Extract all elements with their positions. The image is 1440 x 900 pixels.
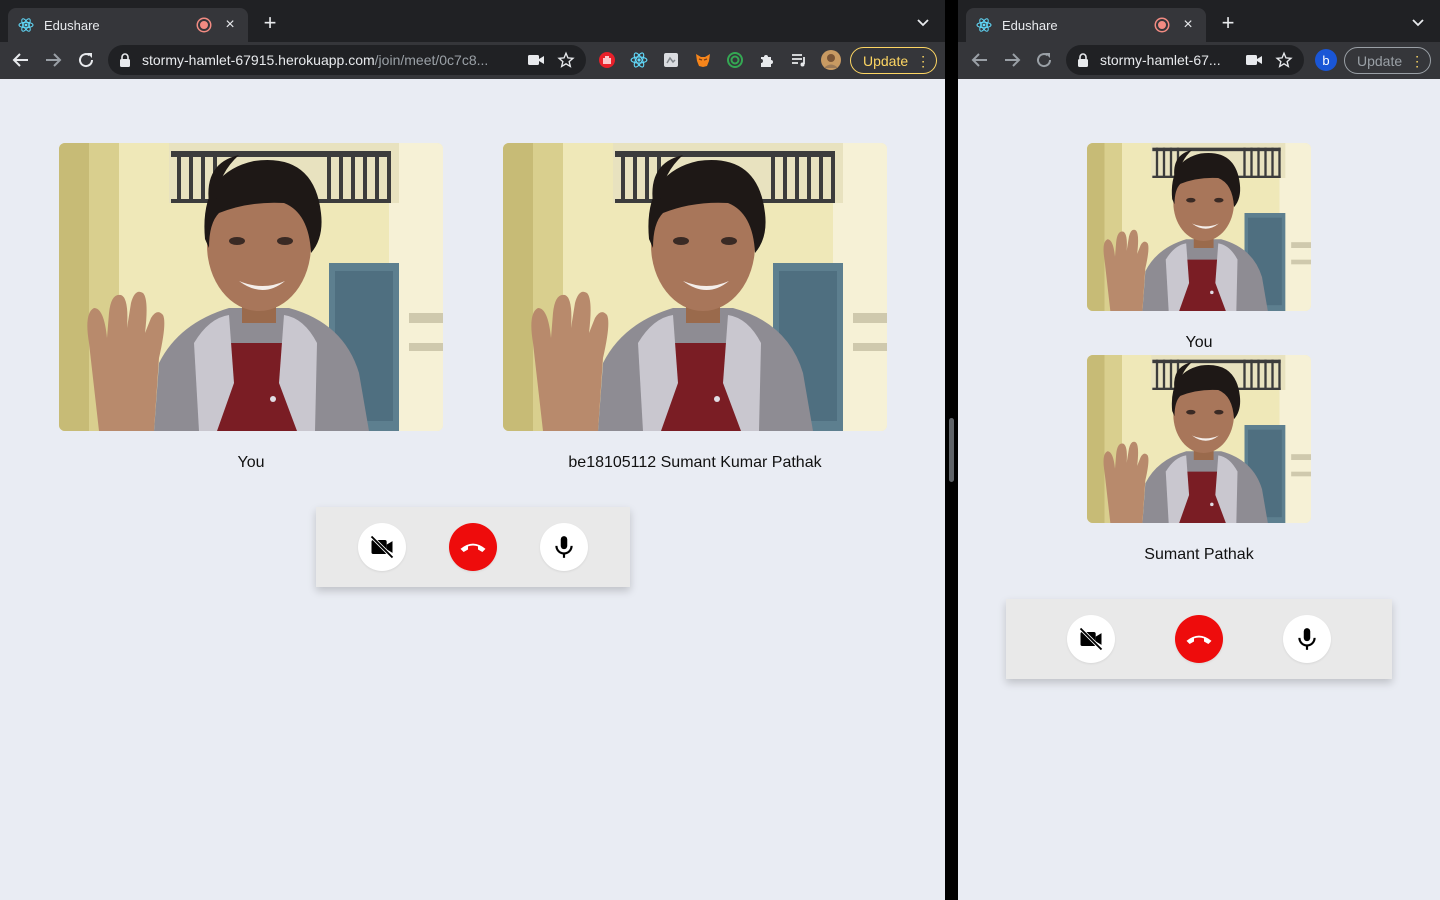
react-devtools-icon[interactable] xyxy=(629,50,649,70)
bookmark-star-icon[interactable] xyxy=(1274,50,1294,70)
profile-avatar[interactable] xyxy=(821,50,841,70)
camera-in-use-icon[interactable] xyxy=(1244,50,1264,70)
url-text: stormy-hamlet-67915.herokuapp.com/join/m… xyxy=(142,52,489,68)
hang-up-icon xyxy=(1186,635,1212,644)
update-label: Update xyxy=(863,52,909,69)
participant-label: You xyxy=(237,454,265,471)
left-browser-window: Edushare × + stormy-hamlet-67915.herokua… xyxy=(0,0,945,900)
chevron-down-icon[interactable] xyxy=(1410,14,1426,30)
hang-up-button[interactable] xyxy=(1175,615,1223,663)
close-icon[interactable]: × xyxy=(1180,17,1196,33)
local-video xyxy=(59,143,443,431)
hang-up-icon xyxy=(460,543,486,552)
tab-title: Edushare xyxy=(1002,17,1058,33)
update-label: Update xyxy=(1357,52,1403,69)
chevron-down-icon[interactable] xyxy=(915,14,931,30)
media-queue-icon[interactable] xyxy=(789,50,809,70)
local-video xyxy=(1087,143,1311,311)
close-icon[interactable]: × xyxy=(222,17,238,33)
lock-icon xyxy=(118,53,132,67)
toggle-camera-button[interactable] xyxy=(1067,615,1115,663)
url-text: stormy-hamlet-67... xyxy=(1100,52,1221,68)
camera-off-icon xyxy=(1079,627,1103,651)
reload-icon[interactable] xyxy=(1032,48,1056,72)
browser-toolbar: stormy-hamlet-67915.herokuapp.com/join/m… xyxy=(0,42,945,79)
participant-label: You xyxy=(1185,334,1213,351)
address-bar[interactable]: stormy-hamlet-67... xyxy=(1066,45,1304,75)
toggle-mic-button[interactable] xyxy=(540,523,588,571)
participant-label: be18105112 Sumant Kumar Pathak xyxy=(568,454,822,471)
tab-edushare[interactable]: Edushare × xyxy=(8,8,248,42)
toggle-mic-button[interactable] xyxy=(1283,615,1331,663)
tab-strip: Edushare × + xyxy=(958,0,1440,42)
right-browser-window: Edushare × + stormy-hamlet-67... b Updat… xyxy=(958,0,1440,900)
tab-strip: Edushare × + xyxy=(0,0,945,42)
browser-toolbar: stormy-hamlet-67... b Update ⋮ xyxy=(958,42,1440,79)
kebab-menu-icon: ⋮ xyxy=(916,52,931,69)
toggle-camera-button[interactable] xyxy=(358,523,406,571)
hang-up-button[interactable] xyxy=(449,523,497,571)
green-ring-extension-icon[interactable] xyxy=(725,50,745,70)
forward-arrow-icon[interactable] xyxy=(41,48,65,72)
red-hand-extension-icon[interactable] xyxy=(597,50,617,70)
kebab-menu-icon: ⋮ xyxy=(1410,52,1425,69)
record-icon xyxy=(1156,19,1168,31)
new-tab-button[interactable]: + xyxy=(258,12,282,36)
camera-in-use-icon[interactable] xyxy=(526,50,546,70)
remote-video xyxy=(503,143,887,431)
tab-edushare[interactable]: Edushare × xyxy=(966,8,1206,42)
metamask-fox-icon[interactable] xyxy=(693,50,713,70)
new-tab-button[interactable]: + xyxy=(1216,12,1240,36)
puzzle-extensions-icon[interactable] xyxy=(757,50,777,70)
call-controls xyxy=(1006,599,1392,679)
forward-arrow-icon[interactable] xyxy=(1000,48,1024,72)
address-bar[interactable]: stormy-hamlet-67915.herokuapp.com/join/m… xyxy=(108,45,586,75)
update-button[interactable]: Update ⋮ xyxy=(1344,47,1432,74)
react-icon xyxy=(976,17,992,33)
call-controls xyxy=(316,507,630,587)
resize-handle[interactable] xyxy=(949,418,954,482)
back-arrow-icon[interactable] xyxy=(968,48,992,72)
profile-avatar[interactable]: b xyxy=(1315,49,1337,71)
participant-label: Sumant Pathak xyxy=(1144,546,1254,563)
bookmark-star-icon[interactable] xyxy=(556,50,576,70)
remote-video xyxy=(1087,355,1311,523)
tab-title: Edushare xyxy=(44,17,100,33)
profile-initial: b xyxy=(1322,52,1330,68)
reload-icon[interactable] xyxy=(74,48,98,72)
camera-off-icon xyxy=(370,535,394,559)
update-button[interactable]: Update ⋮ xyxy=(850,47,938,74)
back-arrow-icon[interactable] xyxy=(9,48,33,72)
lock-icon xyxy=(1076,53,1090,67)
microphone-icon xyxy=(555,536,573,558)
react-icon xyxy=(18,17,34,33)
record-icon xyxy=(198,19,210,31)
meeting-page: You Sumant Pathak xyxy=(958,79,1440,900)
gray-extension-icon[interactable] xyxy=(661,50,681,70)
microphone-icon xyxy=(1298,628,1316,650)
meeting-page: You be18105112 Sumant Kumar Pathak xyxy=(0,79,945,900)
